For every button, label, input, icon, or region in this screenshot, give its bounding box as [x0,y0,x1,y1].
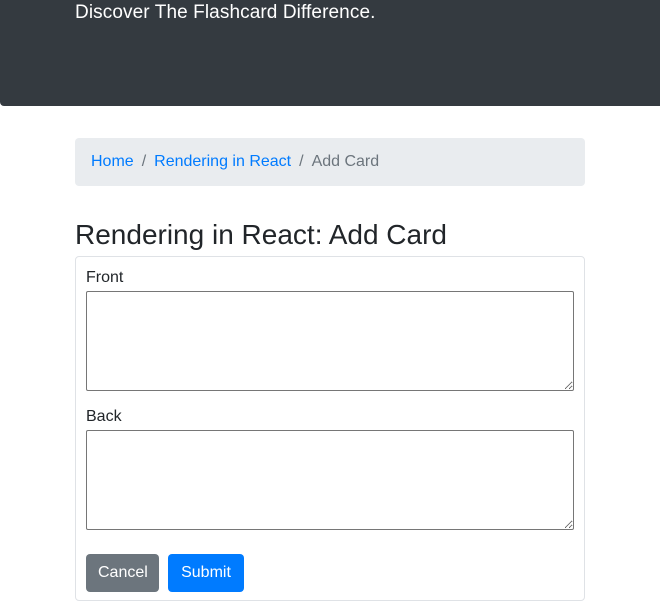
breadcrumb-current: Add Card [311,153,380,170]
back-label: Back [86,408,122,425]
add-card-form: Front Back Cancel Submit [75,256,585,601]
header-tagline: Discover The Flashcard Difference. [75,2,376,23]
back-textarea[interactable] [86,430,574,530]
submit-button[interactable]: Submit [168,554,244,592]
front-label: Front [86,269,124,286]
breadcrumb: Home / Rendering in React / Add Card [75,138,585,186]
front-field-group: Front [86,267,574,391]
main-content: Home / Rendering in React / Add Card Ren… [75,138,585,601]
breadcrumb-deck-link[interactable]: Rendering in React [154,153,291,171]
breadcrumb-home-link[interactable]: Home [91,153,134,171]
page-title: Rendering in React: Add Card [75,219,447,251]
form-actions: Cancel Submit [86,554,574,592]
header-banner: Discover The Flashcard Difference. [0,0,660,106]
breadcrumb-separator: / [141,153,147,170]
cancel-button[interactable]: Cancel [86,554,159,592]
breadcrumb-separator: / [299,153,304,170]
back-field-group: Back [86,406,574,530]
front-textarea[interactable] [86,291,574,391]
